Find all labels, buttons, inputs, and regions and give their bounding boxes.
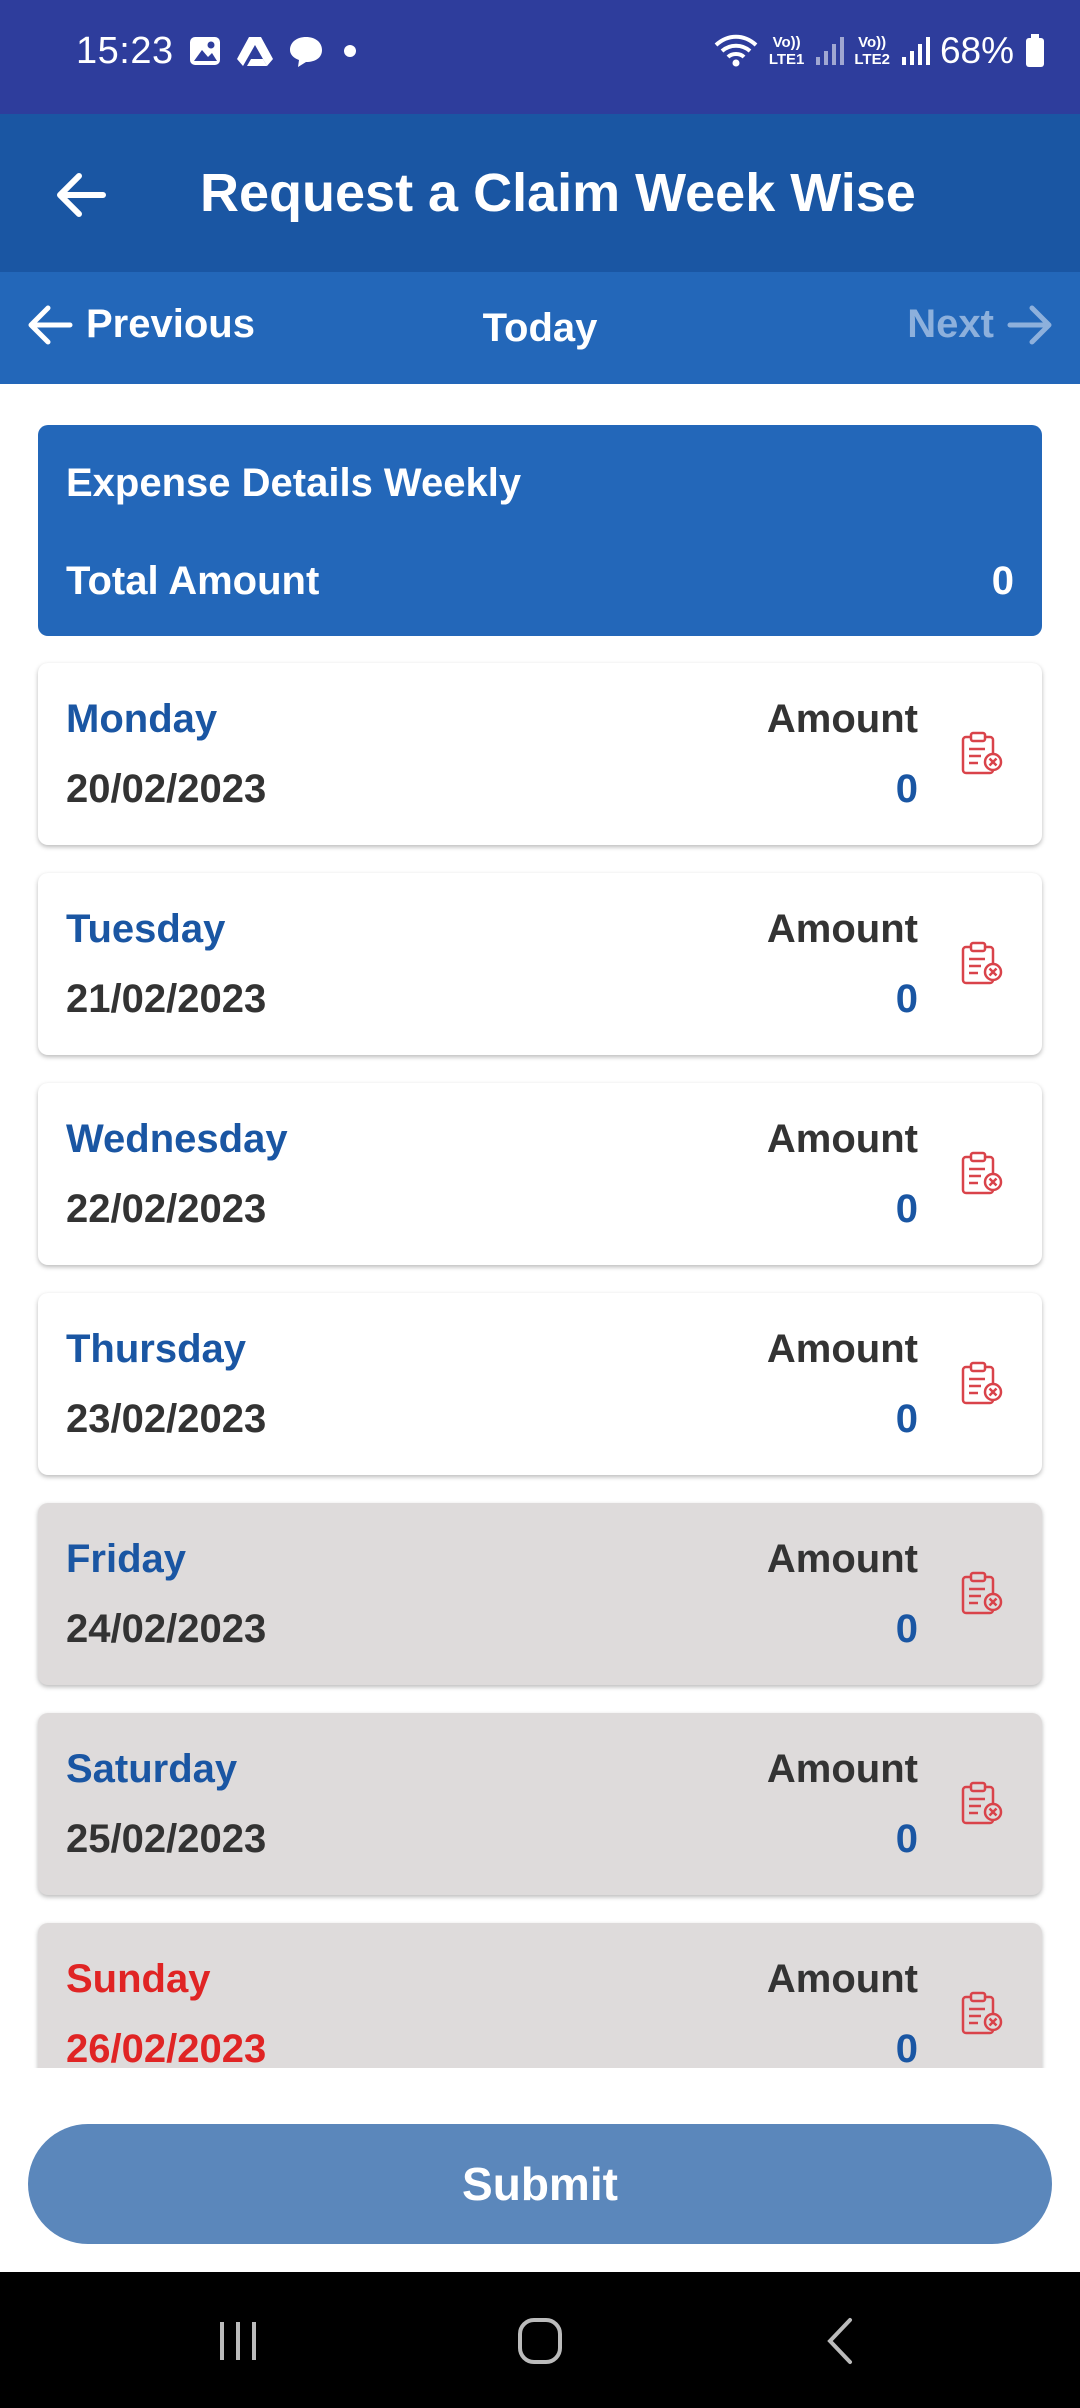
back-button[interactable] <box>46 160 116 230</box>
summary-title: Expense Details Weekly <box>66 461 522 505</box>
volte-lte2-icon: Vo)) LTE2 <box>854 34 890 68</box>
day-name: Saturday <box>66 1747 238 1791</box>
volte1-label: Vo)) <box>772 34 801 51</box>
day-date: 26/02/2023 <box>66 2027 267 2068</box>
clipboard-remove-icon[interactable] <box>960 1361 1004 1409</box>
amount-label: Amount <box>766 1957 918 2001</box>
day-name: Sunday <box>66 1957 211 2001</box>
day-date: 23/02/2023 <box>66 1397 267 1441</box>
submit-button[interactable]: Submit <box>28 2124 1052 2244</box>
notification-icons <box>188 34 362 68</box>
clipboard-remove-icon[interactable] <box>960 1781 1004 1829</box>
arrow-left-icon <box>57 173 106 217</box>
day-card-saturday[interactable]: Saturday 25/02/2023 Amount 0 <box>38 1713 1042 1895</box>
battery-percent: 68% <box>939 30 1014 71</box>
day-date: 21/02/2023 <box>66 977 267 1021</box>
day-name: Monday <box>66 697 218 741</box>
day-card-sunday[interactable]: Sunday 26/02/2023 Amount 0 <box>38 1923 1042 2068</box>
battery-icon <box>1026 34 1044 67</box>
recent-apps-icon[interactable] <box>208 2316 268 2366</box>
wifi-icon <box>714 34 758 67</box>
dot-icon <box>344 45 356 57</box>
amount-label: Amount <box>766 1747 918 1791</box>
amount-value: 0 <box>895 977 918 1021</box>
clipboard-remove-icon[interactable] <box>960 1151 1004 1199</box>
lte2-label: LTE2 <box>854 51 890 68</box>
image-icon <box>190 37 220 65</box>
chat-icon <box>290 37 322 67</box>
amount-value: 0 <box>895 2027 918 2068</box>
day-name: Friday <box>66 1537 187 1581</box>
day-list[interactable]: Monday 20/02/2023 Amount 0 Tuesday 21/02… <box>0 636 1080 2068</box>
expense-summary-card: Expense Details Weekly Total Amount 0 <box>38 425 1042 636</box>
day-card-friday[interactable]: Friday 24/02/2023 Amount 0 <box>38 1503 1042 1685</box>
day-date: 24/02/2023 <box>66 1607 267 1651</box>
amount-value: 0 <box>895 1397 918 1441</box>
day-name: Tuesday <box>66 907 226 951</box>
day-date: 22/02/2023 <box>66 1187 267 1231</box>
amount-label: Amount <box>766 1327 918 1371</box>
amount-value: 0 <box>895 1607 918 1651</box>
day-card-tuesday[interactable]: Tuesday 21/02/2023 Amount 0 <box>38 873 1042 1055</box>
day-date: 20/02/2023 <box>66 767 267 811</box>
arrow-right-icon <box>1007 305 1052 344</box>
signal-icon <box>901 37 930 65</box>
day-card-wednesday[interactable]: Wednesday 22/02/2023 Amount 0 <box>38 1083 1042 1265</box>
day-name: Thursday <box>66 1327 247 1371</box>
lte1-label: LTE1 <box>768 51 805 68</box>
amount-label: Amount <box>766 1537 918 1581</box>
clipboard-remove-icon[interactable] <box>960 1991 1004 2039</box>
back-nav-icon[interactable] <box>814 2316 874 2366</box>
week-navigation: Previous Today Next <box>0 272 1080 384</box>
day-card-thursday[interactable]: Thursday 23/02/2023 Amount 0 <box>38 1293 1042 1475</box>
drive-icon <box>237 37 273 66</box>
volte2-label: Vo)) <box>858 34 887 51</box>
amount-label: Amount <box>766 907 918 951</box>
amount-value: 0 <box>895 1817 918 1861</box>
status-bar: 15:23 Vo)) LTE1 Vo)) LTE2 68% <box>0 0 1080 114</box>
amount-value: 0 <box>895 1187 918 1231</box>
signal-icon <box>816 37 845 65</box>
day-date: 25/02/2023 <box>66 1817 267 1861</box>
total-amount-label: Total Amount <box>66 559 320 603</box>
status-time: 15:23 <box>76 30 174 72</box>
clipboard-remove-icon[interactable] <box>960 731 1004 779</box>
system-navigation-bar <box>0 2272 1080 2408</box>
volte-lte1-icon: Vo)) LTE1 <box>769 34 805 68</box>
app-bar: Request a Claim Week Wise <box>0 114 1080 272</box>
amount-label: Amount <box>766 1117 918 1161</box>
amount-value: 0 <box>895 767 918 811</box>
day-card-monday[interactable]: Monday 20/02/2023 Amount 0 <box>38 663 1042 845</box>
system-status-icons: Vo)) LTE1 Vo)) LTE2 68% <box>713 30 1046 72</box>
home-icon[interactable] <box>510 2316 570 2366</box>
page-title: Request a Claim Week Wise <box>200 163 916 223</box>
next-week-button[interactable]: Next <box>907 302 1054 347</box>
clipboard-remove-icon[interactable] <box>960 1571 1004 1619</box>
next-label: Next <box>907 302 994 346</box>
clipboard-remove-icon[interactable] <box>960 941 1004 989</box>
day-name: Wednesday <box>66 1117 288 1161</box>
amount-label: Amount <box>766 697 918 741</box>
total-amount-value: 0 <box>991 559 1014 603</box>
